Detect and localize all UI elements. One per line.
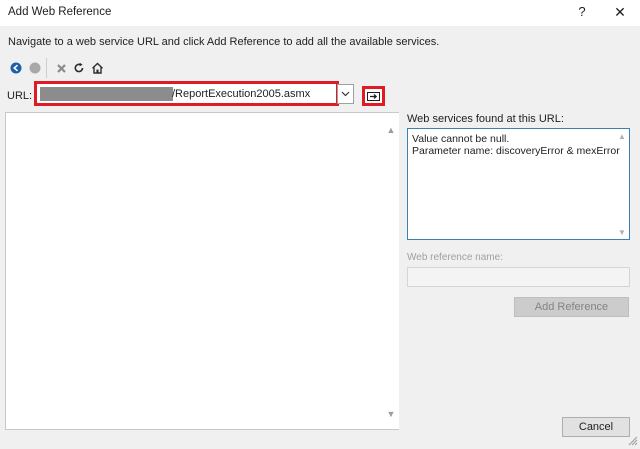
scroll-up-icon[interactable]: ▲ — [386, 125, 396, 135]
resize-grip-icon[interactable] — [626, 434, 638, 446]
cancel-button[interactable]: Cancel — [562, 417, 630, 437]
web-reference-name-input[interactable] — [407, 267, 630, 287]
services-found-label: Web services found at this URL: — [407, 113, 564, 125]
url-value: /ReportExecution2005.asmx — [172, 88, 311, 100]
add-reference-button[interactable]: Add Reference — [514, 297, 629, 317]
help-button[interactable]: ? — [567, 0, 597, 26]
url-dropdown-button[interactable] — [337, 84, 354, 104]
forward-icon[interactable] — [27, 60, 43, 76]
go-button[interactable] — [362, 86, 385, 106]
home-icon[interactable] — [89, 60, 105, 76]
browser-scrollbar[interactable]: ▲ ▼ — [383, 113, 399, 429]
toolbar-separator — [46, 58, 47, 78]
scroll-down-icon[interactable]: ▼ — [386, 409, 396, 419]
web-reference-name-label: Web reference name: — [407, 252, 503, 263]
scroll-down-icon[interactable]: ▼ — [618, 228, 626, 237]
browser-pane[interactable]: ▲ ▼ — [5, 112, 399, 430]
scroll-up-icon[interactable]: ▲ — [618, 132, 626, 141]
instructions-text: Navigate to a web service URL and click … — [8, 36, 440, 48]
url-label: URL: — [7, 90, 33, 102]
go-arrow-icon — [367, 91, 380, 101]
url-input[interactable]: /ReportExecution2005.asmx — [34, 83, 338, 105]
refresh-icon[interactable] — [71, 60, 87, 76]
services-scrollbar[interactable]: ▲ ▼ — [615, 129, 629, 239]
window-title: Add Web Reference — [8, 6, 112, 18]
services-message: Value cannot be null. Parameter name: di… — [412, 133, 620, 157]
url-redacted-segment — [40, 87, 173, 101]
stop-icon[interactable] — [53, 60, 69, 76]
chevron-down-icon — [341, 91, 350, 97]
services-textbox[interactable]: Value cannot be null. Parameter name: di… — [407, 128, 630, 240]
close-button[interactable]: ✕ — [605, 0, 635, 26]
back-icon[interactable] — [8, 60, 24, 76]
